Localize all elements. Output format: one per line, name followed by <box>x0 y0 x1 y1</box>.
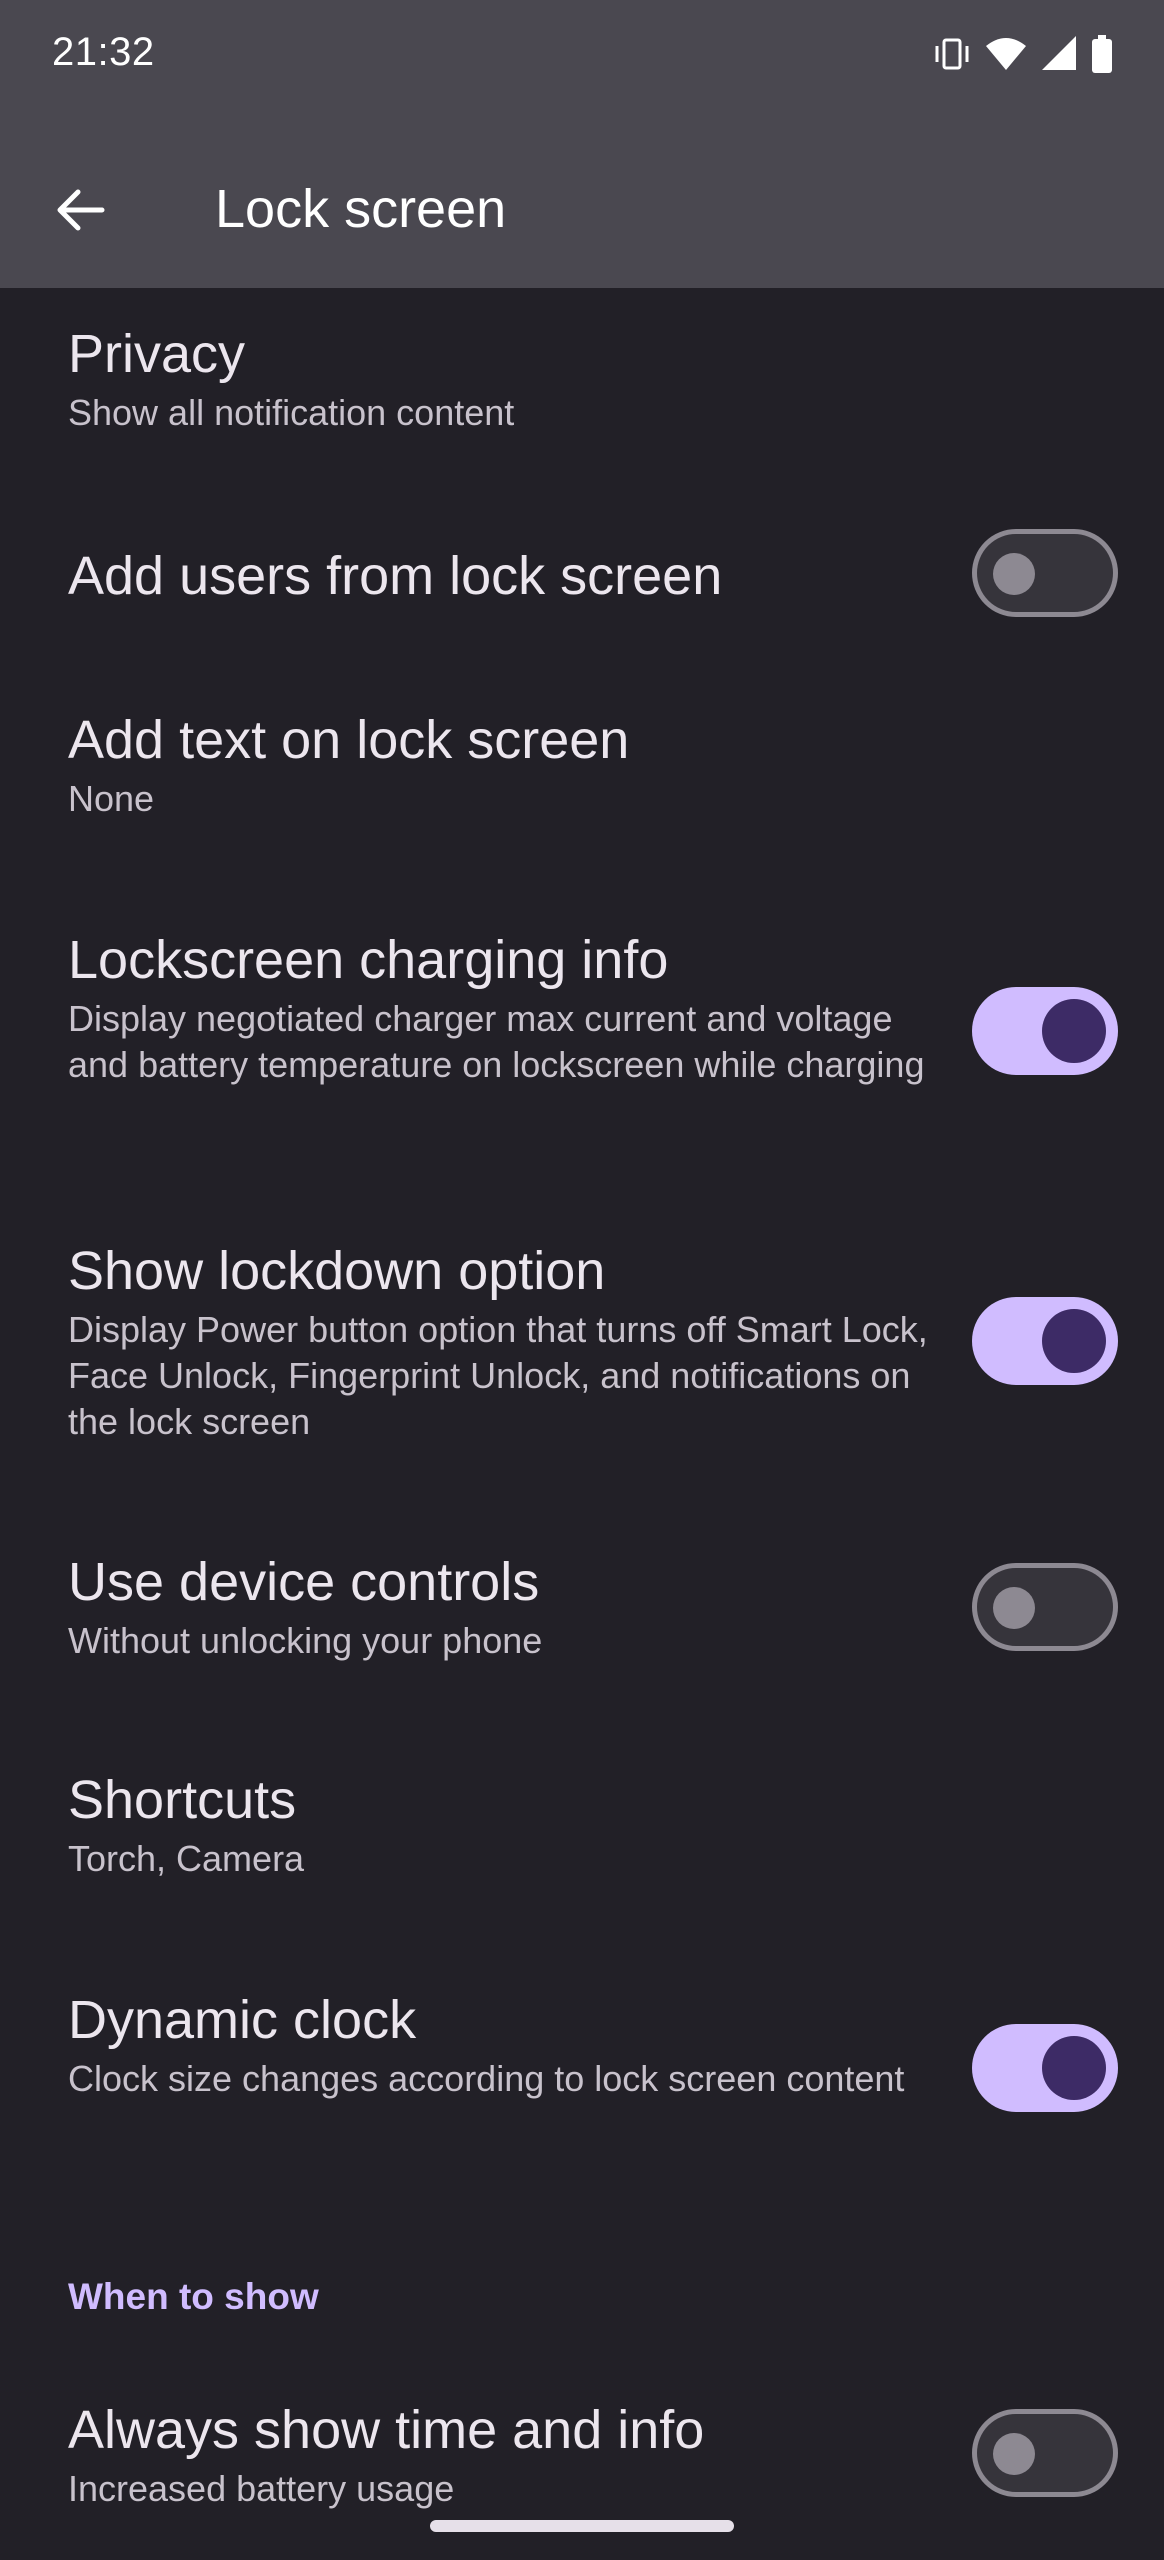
setting-title: Lockscreen charging info <box>68 930 669 990</box>
page-title: Lock screen <box>215 179 507 239</box>
setting-summary: Display negotiated charger max current a… <box>68 998 925 1085</box>
app-bar: Lock screen <box>0 110 1164 288</box>
setting-add-text[interactable]: Add text on lock screen None <box>68 708 1164 822</box>
toggle-knob <box>993 2433 1035 2475</box>
wifi-icon <box>984 34 1028 79</box>
always-show-toggle[interactable] <box>972 2409 1118 2497</box>
toggle-knob <box>1042 999 1106 1063</box>
add-users-toggle[interactable] <box>972 529 1118 617</box>
setting-summary: Torch, Camera <box>68 1838 305 1879</box>
device-controls-toggle[interactable] <box>972 1563 1118 1651</box>
battery-icon <box>1090 34 1114 79</box>
section-header-when-to-show: When to show <box>68 2276 319 2317</box>
toggle-knob <box>1042 2036 1106 2100</box>
setting-summary: Clock size changes according to lock scr… <box>68 2058 905 2099</box>
gesture-nav-handle[interactable] <box>430 2520 734 2532</box>
setting-privacy[interactable]: Privacy Show all notification content <box>68 322 1164 436</box>
setting-summary: Show all notification content <box>68 392 515 433</box>
charging-info-toggle[interactable] <box>972 987 1118 1075</box>
toggle-knob <box>993 1587 1035 1629</box>
status-bar: 21:32 <box>0 0 1164 110</box>
vibrate-icon <box>932 34 972 79</box>
back-button[interactable] <box>52 182 108 238</box>
setting-shortcuts[interactable]: Shortcuts Torch, Camera <box>68 1768 1164 1882</box>
setting-title: Add text on lock screen <box>68 710 630 770</box>
lockdown-toggle[interactable] <box>972 1297 1118 1385</box>
setting-summary: Display Power button option that turns o… <box>68 1309 928 1442</box>
setting-title: Show lockdown option <box>68 1241 606 1301</box>
arrow-back-icon <box>57 189 105 231</box>
signal-icon <box>1040 34 1078 79</box>
setting-summary: None <box>68 778 155 819</box>
dynamic-clock-toggle[interactable] <box>972 2024 1118 2112</box>
setting-title: Shortcuts <box>68 1770 297 1830</box>
toggle-knob <box>1042 1309 1106 1373</box>
toggle-knob <box>993 553 1035 595</box>
setting-title: Privacy <box>68 324 246 384</box>
status-icons <box>932 34 1114 78</box>
status-time: 21:32 <box>52 30 155 74</box>
